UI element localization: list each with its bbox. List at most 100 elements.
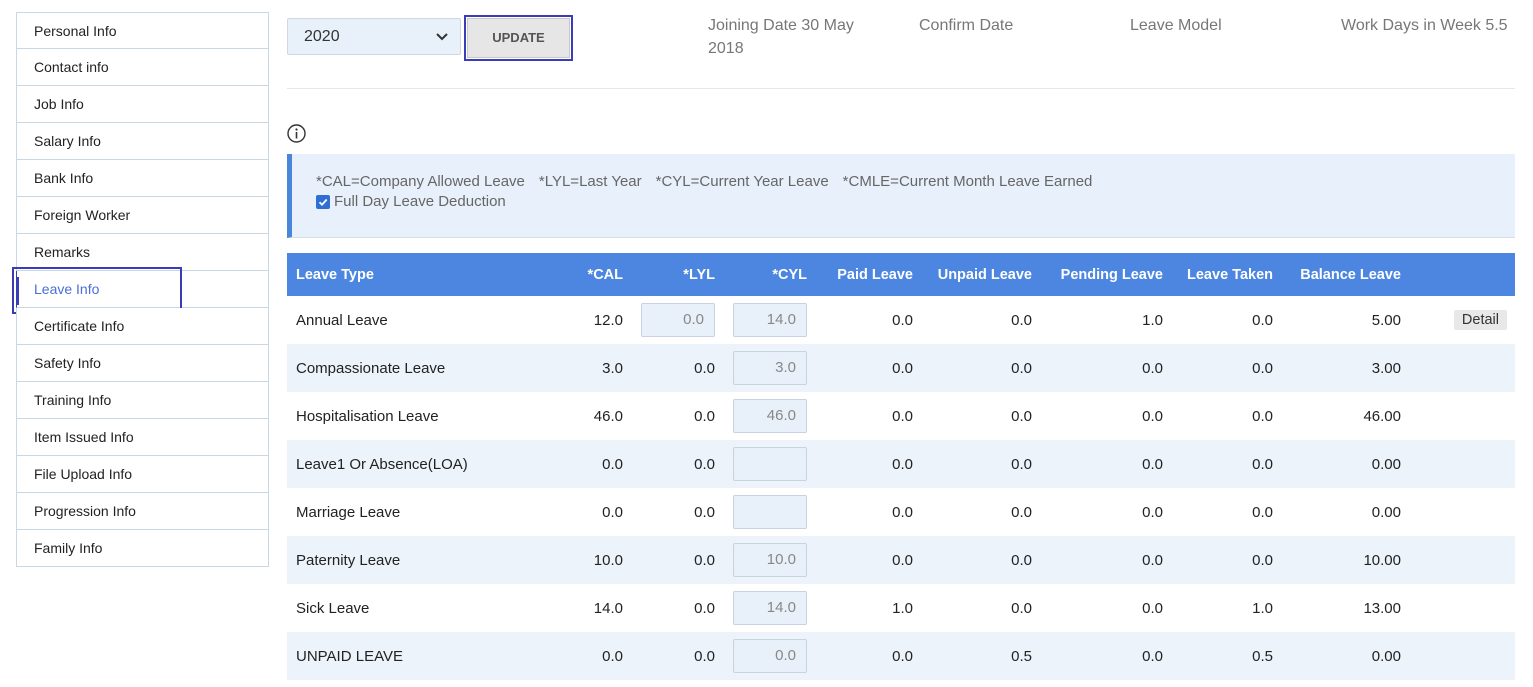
cell-paid: 1.0 [892,599,913,617]
year-select[interactable]: 2020 [287,18,461,55]
sidebar-item-bank-info[interactable]: Bank Info [16,160,269,197]
cell-lyl: 0.0 [631,632,723,680]
cell-pending: 0.0 [1142,503,1163,521]
cyl-input[interactable]: 14.0 [733,591,807,625]
cell-action [1409,440,1515,488]
cyl-input[interactable]: 10.0 [733,543,807,577]
cell-action [1409,392,1515,440]
sidebar-item-item-issued-info[interactable]: Item Issued Info [16,419,269,456]
sidebar-item-foreign-worker[interactable]: Foreign Worker [16,197,269,234]
sidebar-item-contact-info[interactable]: Contact info [16,49,269,86]
cell-action [1409,488,1515,536]
sidebar-item-label: Remarks [34,244,91,260]
table-row: Annual Leave 12.0 0.0 14.0 0.0 0.0 1.0 0.0 5.00 D… [287,296,1515,344]
sidebar-item-certificate-info[interactable]: Certificate Info [16,308,269,345]
cell-cal: 0.0 [602,503,623,521]
column-header: *CYL [723,253,815,296]
table-row: Hospitalisation Leave 46.0 0.0 46.0 0.0 0.0 0.… [287,392,1515,440]
cell-action [1409,536,1515,584]
sidebar-item-job-info[interactable]: Job Info [16,86,269,123]
sidebar-item-label: Bank Info [34,170,94,186]
cell-taken: 0.0 [1252,503,1273,521]
sidebar-item-safety-info[interactable]: Safety Info [16,345,269,382]
cell-unpaid: 0.0 [921,440,1040,488]
legend-item: *CAL=Company Allowed Leave [316,173,525,190]
cell-type: UNPAID LEAVE [287,632,537,680]
legend-item: *LYL=Last Year [538,173,642,190]
cell-type: Hospitalisation Leave [296,407,439,425]
cell-lyl: 0.0 [631,296,723,344]
cyl-input[interactable]: 0.0 [733,639,807,673]
cell-cal: 14.0 [593,599,623,617]
column-header: Leave Type [287,253,537,296]
sidebar-item-label: Certificate Info [34,318,125,334]
cyl-input[interactable]: 46.0 [733,399,807,433]
year-select-value: 2020 [304,28,340,45]
sidebar-item-label: File Upload Info [34,466,133,482]
cell-unpaid: 0.0 [1011,407,1032,425]
cell-unpaid: 0.0 [1011,503,1032,521]
sidebar-item-training-info[interactable]: Training Info [16,382,269,419]
sidebar-item-personal-info[interactable]: Personal Info [16,12,269,49]
sidebar-item-file-upload-info[interactable]: File Upload Info [16,456,269,493]
full-day-deduction-checkbox[interactable] [316,194,330,209]
column-header: Unpaid Leave [921,253,1040,296]
sidebar-item-salary-info[interactable]: Salary Info [16,123,269,160]
cell-cyl: 14.0 [723,584,815,632]
cell-pending: 0.0 [1040,344,1171,392]
cell-pending: 0.0 [1040,536,1171,584]
cell-balance: 10.00 [1281,536,1409,584]
cell-unpaid: 0.0 [1011,599,1032,617]
cell-taken: 0.0 [1252,311,1273,329]
table-header-row: Leave Type *CAL *LYL *CYL Paid Leave Unpaid L… [287,253,1515,296]
cell-paid: 0.0 [815,536,921,584]
cell-taken: 0.0 [1171,536,1281,584]
cell-lyl: 0.0 [631,536,723,584]
sidebar-item-label: Salary Info [34,133,101,149]
cell-cal: 46.0 [593,407,623,425]
cell-cal: 10.0 [537,536,631,584]
lyl-input[interactable]: 0.0 [641,303,715,337]
cell-action [1409,632,1515,680]
sidebar-item-label: Foreign Worker [34,207,131,223]
cell-type: Marriage Leave [296,503,401,521]
table-row: Marriage Leave 0.0 0.0 0.0 0.0 0.0 0.0 0.00 [287,488,1515,536]
legend-item: *CYL=Current Year Leave [655,173,829,190]
cyl-input[interactable] [733,495,807,529]
sidebar-item-remarks[interactable]: Remarks [16,234,269,271]
cell-lyl: 0.0 [694,407,715,425]
cell-paid: 0.0 [892,503,913,521]
sidebar-item-family-info[interactable]: Family Info [16,530,269,567]
table-row: Paternity Leave 10.0 0.0 10.0 0.0 0.0 0.0 0.0 10… [287,536,1515,584]
info-icon[interactable] [287,124,306,143]
cell-lyl: 0.0 [631,344,723,392]
cell-paid: 0.0 [815,440,921,488]
cell-unpaid: 0.0 [921,536,1040,584]
cell-type: Paternity Leave [287,536,537,584]
sidebar-item-progression-info[interactable]: Progression Info [16,493,269,530]
cell-paid: 0.0 [815,632,921,680]
confirm-date: Confirm Date [919,17,1014,34]
cell-unpaid: 0.5 [921,632,1040,680]
leave-table: Leave Type *CAL *LYL *CYL Paid Leave Unpaid L… [287,253,1515,680]
sidebar-item-label: Leave Info [34,281,100,297]
cell-paid: 0.0 [892,311,913,329]
column-header: Pending Leave [1040,253,1171,296]
cell-taken: 0.0 [1171,440,1281,488]
active-indicator [17,277,19,305]
cell-paid: 0.0 [815,344,921,392]
sidebar-item-leave-info[interactable]: Leave Info [12,267,269,314]
cell-pending: 1.0 [1142,311,1163,329]
cell-pending: 0.0 [1040,440,1171,488]
cell-balance: 0.00 [1281,440,1409,488]
cyl-input[interactable]: 14.0 [733,303,807,337]
update-button[interactable]: UPDATE [467,18,570,58]
cell-unpaid: 0.0 [1011,311,1032,329]
cyl-input[interactable] [733,447,807,481]
cyl-input[interactable]: 3.0 [733,351,807,385]
cell-lyl: 0.0 [694,503,715,521]
cell-cyl [723,488,815,536]
cell-type: Annual Leave [296,311,388,329]
detail-button[interactable]: Detail [1453,310,1507,330]
cell-balance: 0.00 [1371,503,1401,521]
